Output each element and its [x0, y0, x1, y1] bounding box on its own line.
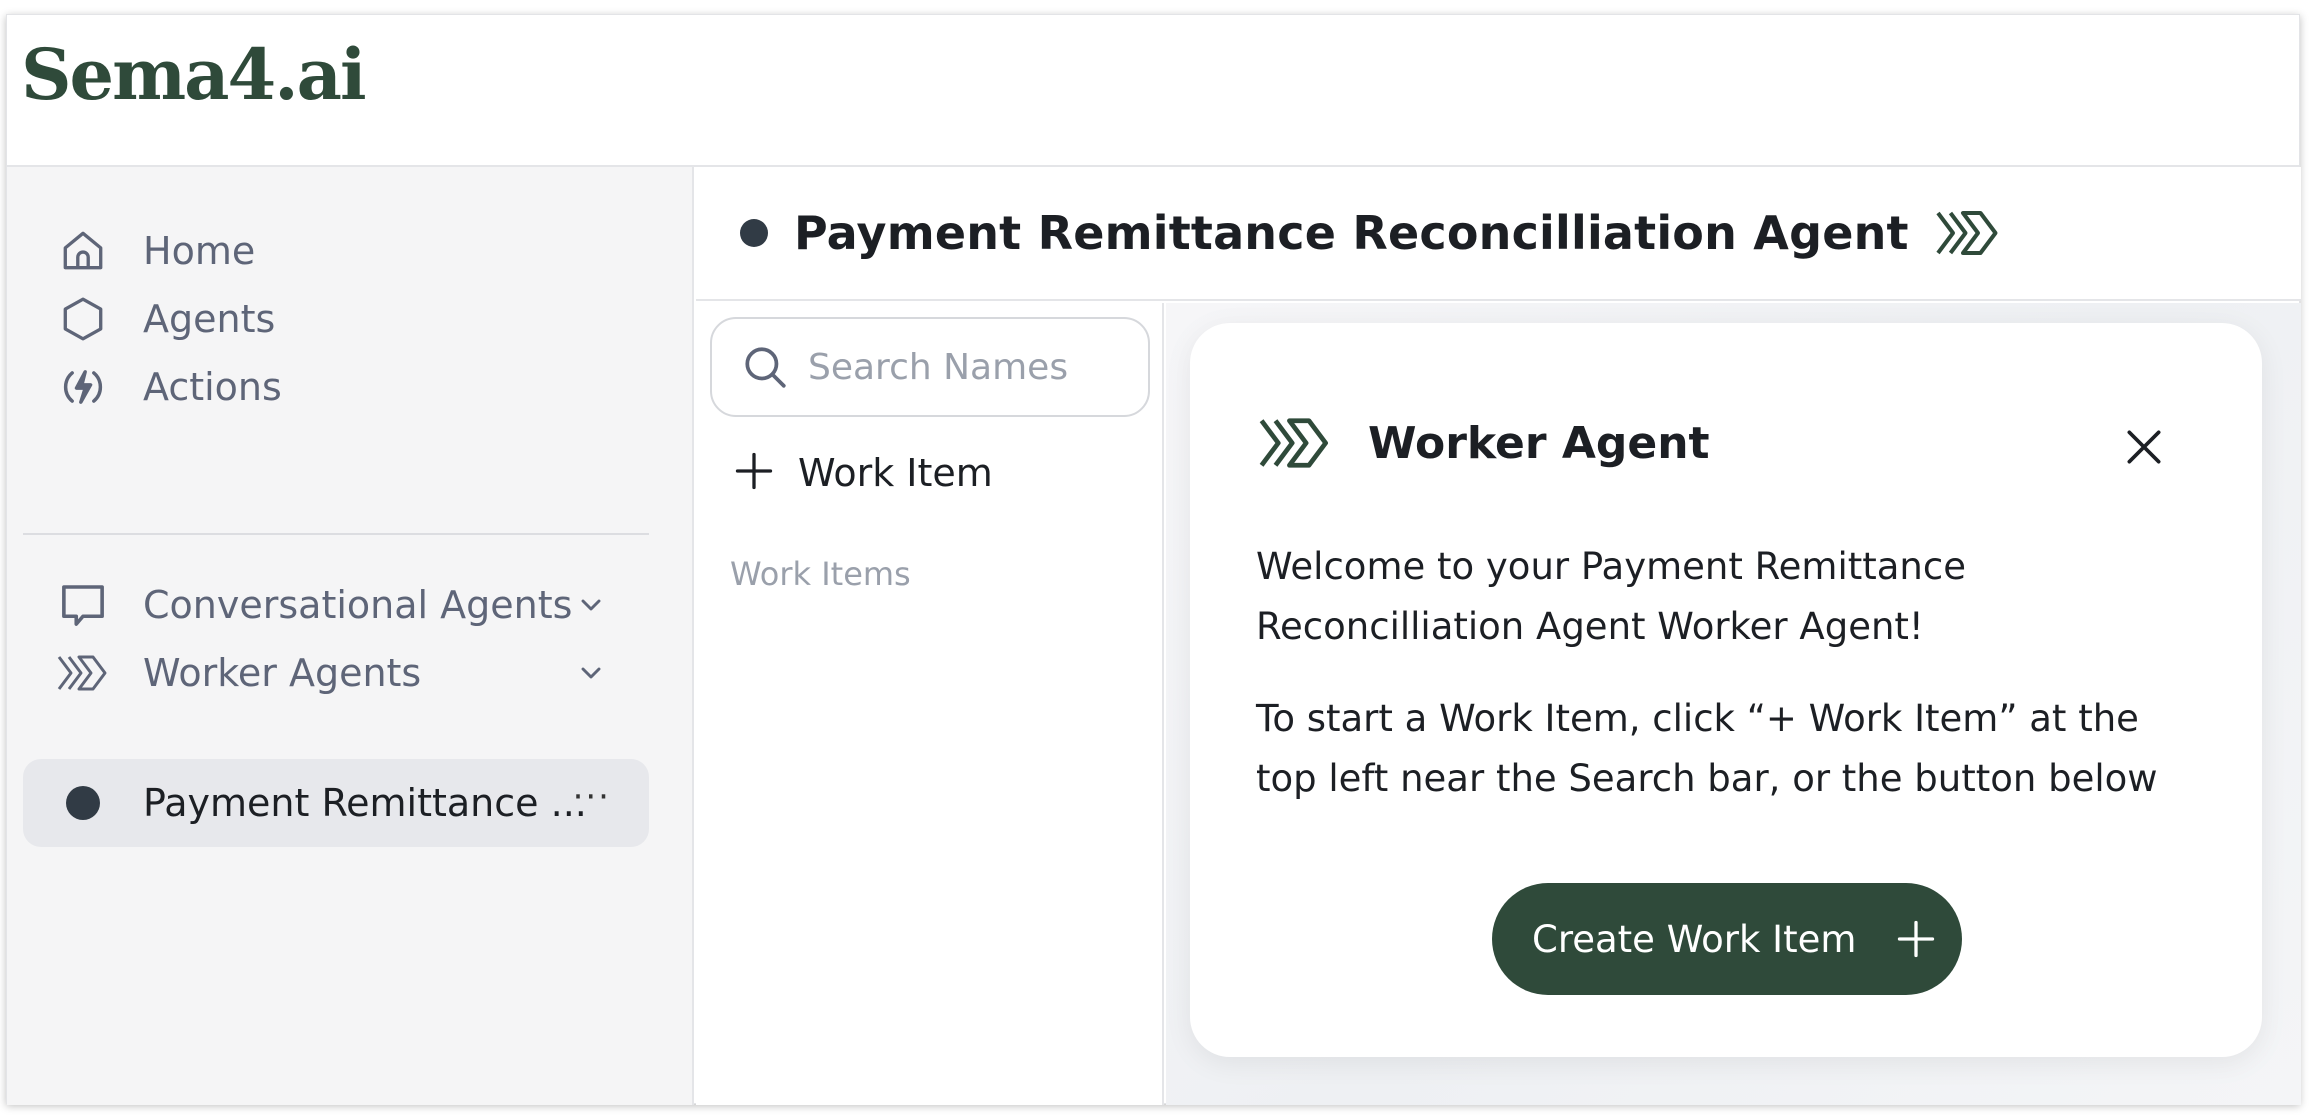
home-icon [53, 221, 113, 281]
worker-chevrons-icon [53, 643, 113, 703]
more-options-icon[interactable]: ··· [573, 777, 611, 817]
top-bar: Sema4.ai [7, 15, 2299, 167]
chat-bubble-icon [53, 575, 113, 635]
content-pane: Worker Agent Welcome to your Payment Rem… [1166, 303, 2301, 1105]
search-box[interactable] [710, 317, 1150, 417]
brand-logo[interactable]: Sema4.ai [21, 33, 367, 116]
welcome-text: Welcome to your Payment Remittance Recon… [1256, 545, 1966, 648]
sidebar-group-worker-agents[interactable]: Worker Agents [23, 633, 649, 713]
sidebar-item-active-agent[interactable]: Payment Remittance ... ··· [23, 759, 649, 847]
plus-icon [732, 449, 776, 497]
close-icon[interactable] [2122, 425, 2166, 469]
sidebar-item-label: Home [143, 229, 256, 273]
plus-icon [1894, 917, 1938, 961]
card-header: Worker Agent [1256, 415, 1710, 471]
sidebar-divider [23, 533, 649, 535]
lightning-icon [53, 357, 113, 417]
add-work-item-label: Work Item [798, 451, 993, 495]
worker-chevrons-icon [1256, 415, 1334, 471]
sidebar-item-label: Actions [143, 365, 282, 409]
add-work-item-button[interactable]: Work Item [732, 439, 993, 507]
search-icon [740, 342, 790, 392]
create-work-item-button[interactable]: Create Work Item [1492, 883, 1962, 995]
sidebar-item-actions[interactable]: Actions [23, 347, 649, 427]
welcome-card: Worker Agent Welcome to your Payment Rem… [1190, 323, 2262, 1057]
sidebar: Home Agents Actions Conversational Agent… [7, 167, 694, 1105]
sidebar-group-label: Conversational Agents [143, 583, 573, 627]
instructions-text: To start a Work Item, click “+ Work Item… [1256, 697, 2158, 800]
agent-header: Payment Remittance Reconcilliation Agent [696, 167, 2301, 301]
search-input[interactable] [808, 346, 1128, 388]
card-title: Worker Agent [1368, 417, 1710, 469]
chevron-down-icon[interactable] [575, 589, 607, 621]
work-items-section-label: Work Items [730, 555, 911, 593]
status-dot-icon [53, 773, 113, 833]
sidebar-item-label: Agents [143, 297, 276, 341]
page-title: Payment Remittance Reconcilliation Agent [794, 206, 1909, 260]
chevron-down-icon[interactable] [575, 657, 607, 689]
work-items-pane: Work Item Work Items [696, 303, 1164, 1105]
hexagon-icon [53, 289, 113, 349]
sidebar-group-label: Worker Agents [143, 651, 422, 695]
app-window: Sema4.ai Home Agents Actions Conversatio… [6, 14, 2301, 1105]
status-dot-icon [740, 219, 768, 247]
sidebar-item-label: Payment Remittance ... [143, 781, 587, 825]
main-area: Payment Remittance Reconcilliation Agent… [696, 167, 2301, 1105]
create-work-item-label: Create Work Item [1532, 917, 1857, 961]
worker-chevrons-icon [1933, 208, 2003, 258]
